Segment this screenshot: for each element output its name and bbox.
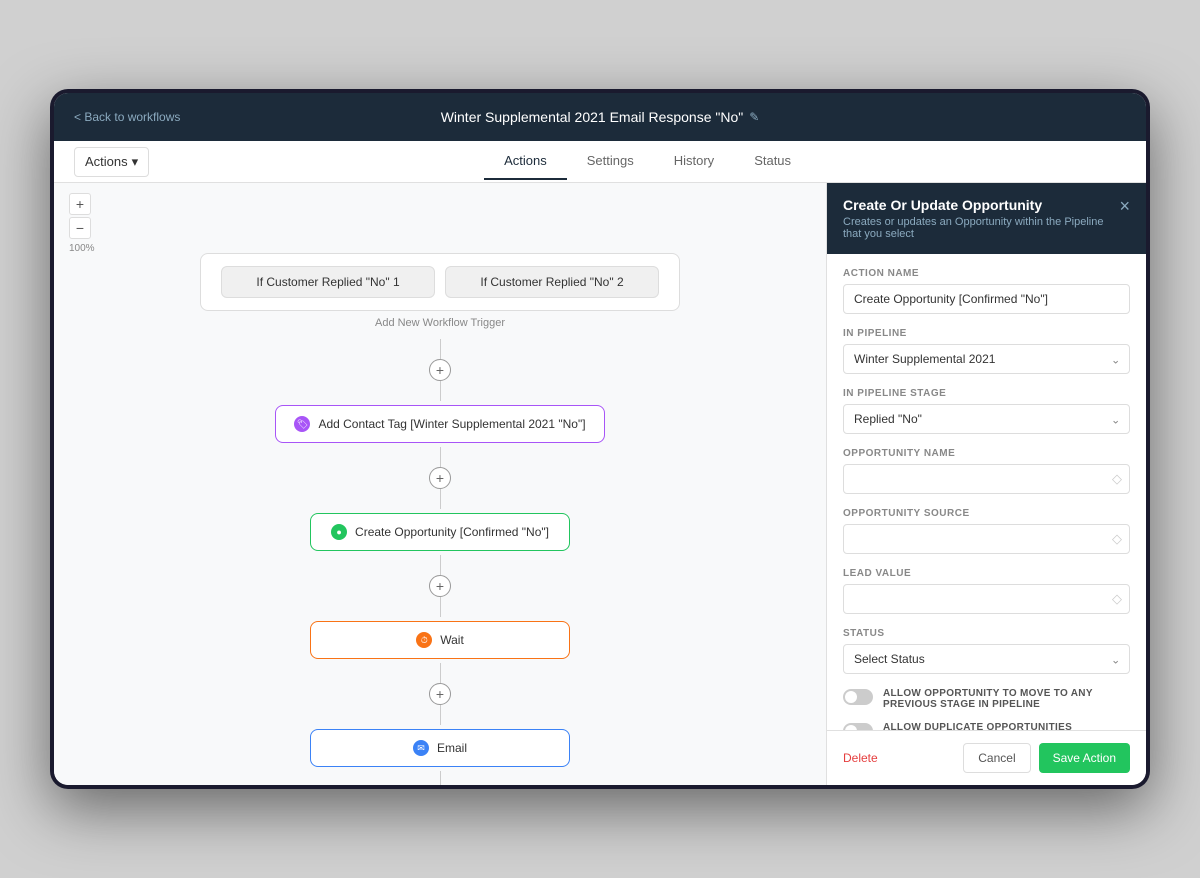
workflow-canvas[interactable]: + − 100% If Customer Replied "No" 1 If C… xyxy=(54,183,826,785)
connector-line-4 xyxy=(440,489,441,509)
add-node-btn-1[interactable]: + xyxy=(429,359,451,381)
right-panel: Create Or Update Opportunity Creates or … xyxy=(826,183,1146,785)
tabs: Actions Settings History Status xyxy=(484,143,811,180)
status-select-wrapper: Select Status Open Won Lost Abandoned xyxy=(843,644,1130,674)
footer-actions: Cancel Save Action xyxy=(963,743,1130,773)
tab-history[interactable]: History xyxy=(654,143,734,180)
allow-duplicate-label: ALLOW DUPLICATE OPPORTUNITIES xyxy=(883,722,1072,730)
top-bar: < Back to workflows Winter Supplemental … xyxy=(54,93,1146,141)
field-action-name: ACTION NAME xyxy=(843,268,1130,314)
cancel-button[interactable]: Cancel xyxy=(963,743,1030,773)
panel-footer: Delete Cancel Save Action xyxy=(827,730,1146,785)
action-name-input[interactable] xyxy=(843,284,1130,314)
action-node-email[interactable]: ✉ Email xyxy=(310,729,570,767)
pipeline-stage-select-wrapper: Replied "No" xyxy=(843,404,1130,434)
zoom-controls: + − 100% xyxy=(69,193,95,254)
tab-bar: Actions ▾ Actions Settings History Statu… xyxy=(54,141,1146,183)
field-status: STATUS Select Status Open Won Lost Aband… xyxy=(843,628,1130,674)
add-node-btn-3[interactable]: + xyxy=(429,575,451,597)
lead-value-label: LEAD VALUE xyxy=(843,568,1130,579)
connector-2: + xyxy=(429,447,451,509)
tab-status[interactable]: Status xyxy=(734,143,811,180)
trigger-1[interactable]: If Customer Replied "No" 1 xyxy=(221,266,435,298)
field-in-pipeline: IN PIPELINE Winter Supplemental 2021 xyxy=(843,328,1130,374)
action-node-tag[interactable]: 🏷 Add Contact Tag [Winter Supplemental 2… xyxy=(275,405,604,443)
action-node-opportunity[interactable]: ● Create Opportunity [Confirmed "No"] xyxy=(310,513,570,551)
action-name-label: ACTION NAME xyxy=(843,268,1130,279)
connector-line-5 xyxy=(440,555,441,575)
field-opportunity-name: OPPORTUNITY NAME xyxy=(843,448,1130,494)
connector-line-7 xyxy=(440,663,441,683)
allow-move-label: ALLOW OPPORTUNITY TO MOVE TO ANY PREVIOU… xyxy=(883,688,1130,710)
connector-line-3 xyxy=(440,447,441,467)
in-pipeline-label: IN PIPELINE xyxy=(843,328,1130,339)
connector-line-2 xyxy=(440,381,441,401)
tag-node-icon: 🏷 xyxy=(294,416,310,432)
edit-workflow-title-icon[interactable]: ✎ xyxy=(749,110,759,124)
panel-header: Create Or Update Opportunity Creates or … xyxy=(827,183,1146,254)
status-select[interactable]: Select Status Open Won Lost Abandoned xyxy=(843,644,1130,674)
connector-1: + xyxy=(429,339,451,401)
zoom-level: 100% xyxy=(69,243,95,254)
opportunity-source-input[interactable] xyxy=(843,524,1130,554)
tab-actions[interactable]: Actions xyxy=(484,143,567,180)
connector-line-9 xyxy=(440,771,441,785)
panel-title: Create Or Update Opportunity xyxy=(843,197,1119,213)
workflow-title: Winter Supplemental 2021 Email Response … xyxy=(441,109,760,125)
device-frame: < Back to workflows Winter Supplemental … xyxy=(50,89,1150,789)
opportunity-source-input-wrapper xyxy=(843,524,1130,554)
email-node-icon: ✉ xyxy=(413,740,429,756)
app-window: < Back to workflows Winter Supplemental … xyxy=(54,93,1146,785)
actions-dropdown[interactable]: Actions ▾ xyxy=(74,147,149,177)
add-node-btn-2[interactable]: + xyxy=(429,467,451,489)
main-content: + − 100% If Customer Replied "No" 1 If C… xyxy=(54,183,1146,785)
tab-settings[interactable]: Settings xyxy=(567,143,654,180)
allow-move-toggle[interactable] xyxy=(843,689,873,705)
connector-line-6 xyxy=(440,597,441,617)
lead-value-input-wrapper xyxy=(843,584,1130,614)
trigger-box: If Customer Replied "No" 1 If Customer R… xyxy=(200,253,680,311)
field-pipeline-stage: IN PIPELINE STAGE Replied "No" xyxy=(843,388,1130,434)
field-opportunity-source: OPPORTUNITY SOURCE xyxy=(843,508,1130,554)
panel-close-button[interactable]: × xyxy=(1119,197,1130,215)
in-pipeline-select-wrapper: Winter Supplemental 2021 xyxy=(843,344,1130,374)
connector-3: + xyxy=(429,555,451,617)
opportunity-source-label: OPPORTUNITY SOURCE xyxy=(843,508,1130,519)
field-lead-value: LEAD VALUE xyxy=(843,568,1130,614)
zoom-out-button[interactable]: − xyxy=(69,217,91,239)
connector-line xyxy=(440,339,441,359)
action-node-wait[interactable]: ⏱ Wait xyxy=(310,621,570,659)
allow-duplicate-toggle[interactable] xyxy=(843,723,873,730)
pipeline-stage-label: IN PIPELINE STAGE xyxy=(843,388,1130,399)
opportunity-name-input[interactable] xyxy=(843,464,1130,494)
delete-button[interactable]: Delete xyxy=(843,751,878,765)
opportunity-name-label: OPPORTUNITY NAME xyxy=(843,448,1130,459)
add-trigger-link[interactable]: Add New Workflow Trigger xyxy=(375,311,505,335)
zoom-in-button[interactable]: + xyxy=(69,193,91,215)
workflow-diagram: If Customer Replied "No" 1 If Customer R… xyxy=(74,233,806,785)
add-node-btn-4[interactable]: + xyxy=(429,683,451,705)
toggle-row-2: ALLOW DUPLICATE OPPORTUNITIES xyxy=(843,722,1130,730)
wait-node-icon: ⏱ xyxy=(416,632,432,648)
toggle-row-1: ALLOW OPPORTUNITY TO MOVE TO ANY PREVIOU… xyxy=(843,688,1130,710)
connector-line-8 xyxy=(440,705,441,725)
lead-value-input[interactable] xyxy=(843,584,1130,614)
connector-4: + xyxy=(429,663,451,725)
back-to-workflows-link[interactable]: < Back to workflows xyxy=(74,110,180,124)
panel-subtitle: Creates or updates an Opportunity within… xyxy=(843,216,1119,240)
pipeline-stage-select[interactable]: Replied "No" xyxy=(843,404,1130,434)
panel-body: ACTION NAME IN PIPELINE Winter Supplemen… xyxy=(827,254,1146,730)
opportunity-node-icon: ● xyxy=(331,524,347,540)
opportunity-name-input-wrapper xyxy=(843,464,1130,494)
status-label: STATUS xyxy=(843,628,1130,639)
connector-5: + xyxy=(429,771,451,785)
trigger-2[interactable]: If Customer Replied "No" 2 xyxy=(445,266,659,298)
save-action-button[interactable]: Save Action xyxy=(1039,743,1130,773)
in-pipeline-select[interactable]: Winter Supplemental 2021 xyxy=(843,344,1130,374)
